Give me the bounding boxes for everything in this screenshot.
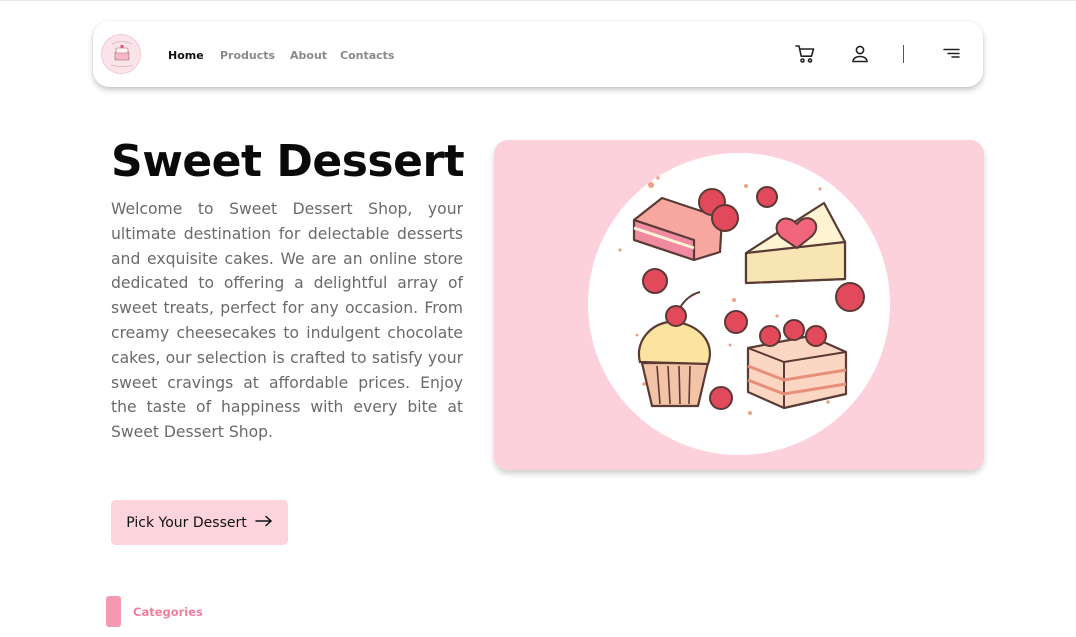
categories-marker xyxy=(106,596,121,627)
nav-home[interactable]: Home xyxy=(168,49,204,62)
hero-image-card xyxy=(494,140,984,470)
nav-divider xyxy=(903,45,904,63)
categories-heading: Categories xyxy=(133,605,203,619)
nav-about[interactable]: About xyxy=(290,49,327,62)
hero-description: Welcome to Sweet Dessert Shop, your ulti… xyxy=(111,200,463,442)
pick-dessert-button[interactable]: Pick Your Dessert xyxy=(111,500,288,545)
menu-icon[interactable] xyxy=(939,42,963,66)
top-border xyxy=(0,0,1076,1)
cake-logo-icon[interactable] xyxy=(101,34,141,74)
hero-title: Sweet Dessert xyxy=(111,136,465,187)
desserts-illustration xyxy=(588,153,890,455)
nav-contacts[interactable]: Contacts xyxy=(340,49,394,62)
pick-dessert-label: Pick Your Dessert xyxy=(126,514,247,531)
navbar: Home Products About Contacts xyxy=(93,21,983,87)
nav-products[interactable]: Products xyxy=(220,49,275,62)
arrow-right-icon xyxy=(254,515,273,531)
user-icon[interactable] xyxy=(848,42,872,66)
cart-icon[interactable] xyxy=(793,42,817,66)
